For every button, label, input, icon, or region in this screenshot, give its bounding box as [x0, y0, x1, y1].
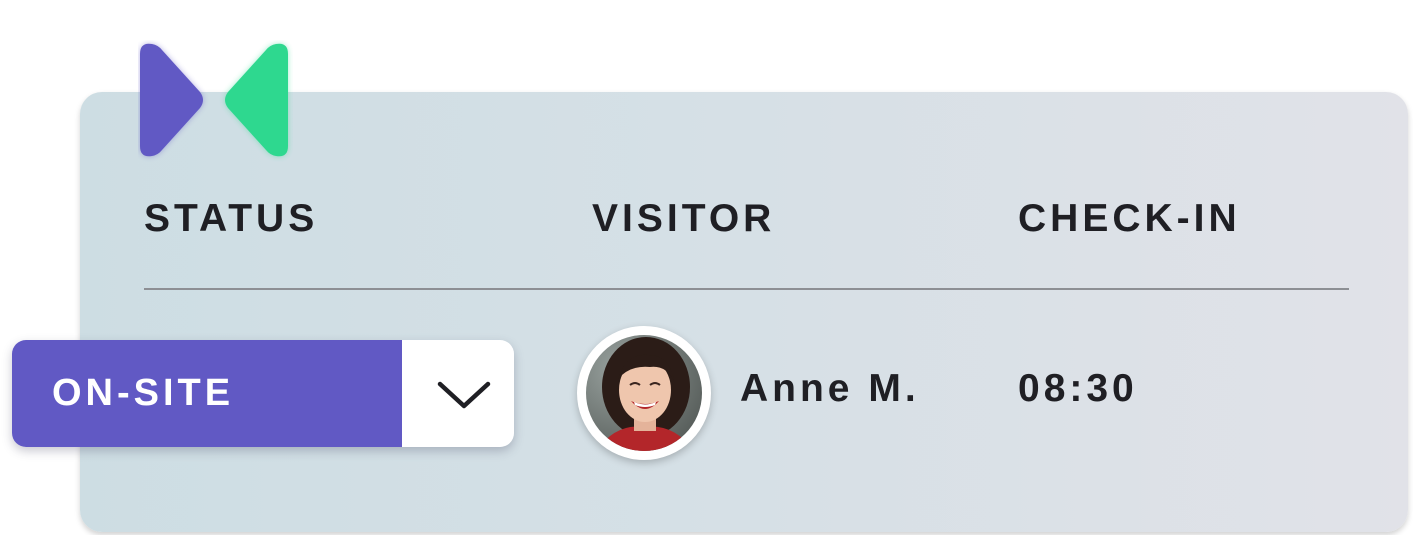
brand-logo-icon: [140, 43, 288, 157]
status-dropdown-toggle[interactable]: [402, 340, 514, 447]
visitor-log-widget: STATUS VISITOR CHECK-IN ON-SITE Anne M. …: [0, 0, 1413, 535]
header-divider: [144, 288, 1349, 290]
visitor-avatar: [577, 326, 711, 460]
visitor-photo: [586, 335, 702, 451]
check-in-time: 08:30: [1018, 367, 1138, 410]
check-in-column-header: CHECK-IN: [1018, 197, 1241, 240]
status-dropdown[interactable]: ON-SITE: [12, 340, 514, 447]
status-column-header: STATUS: [144, 197, 319, 240]
visitor-column-header: VISITOR: [592, 197, 776, 240]
chevron-down-icon: [437, 381, 491, 409]
visitor-name: Anne M.: [740, 367, 920, 410]
status-value: ON-SITE: [12, 340, 402, 447]
